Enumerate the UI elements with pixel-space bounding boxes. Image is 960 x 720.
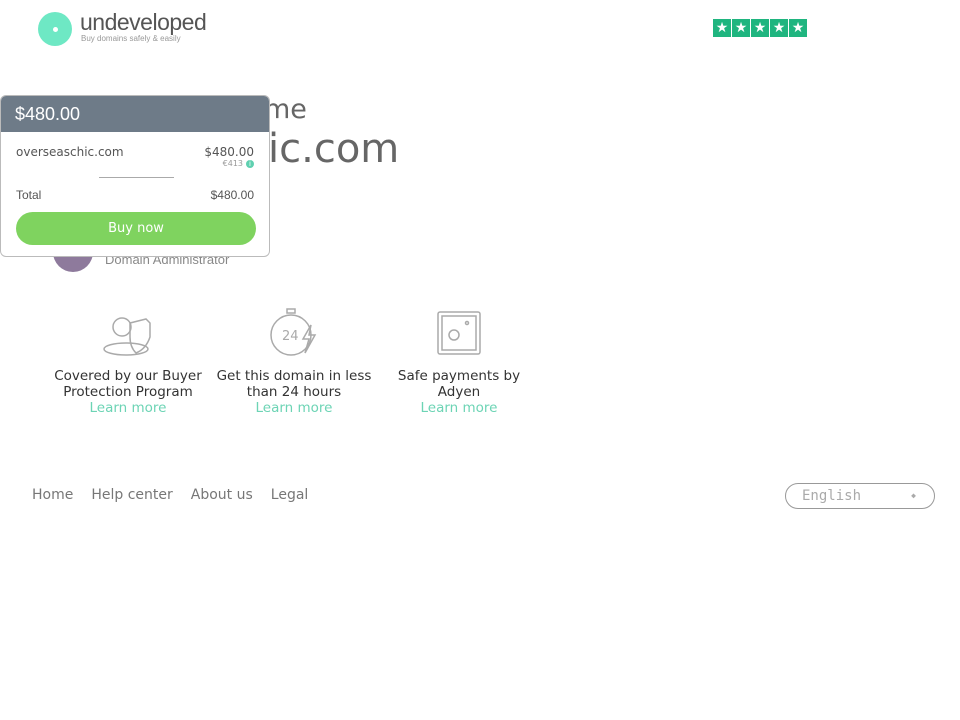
safe-icon xyxy=(379,305,539,360)
total-value: $480.00 xyxy=(210,188,254,202)
learn-more-link[interactable]: Learn more xyxy=(379,400,539,416)
buy-now-button[interactable]: Buy now xyxy=(16,212,256,245)
footer-nav: Home Help center About us Legal xyxy=(32,487,308,503)
logo-tagline: Buy domains safely & easily xyxy=(81,34,181,43)
footer-link-help-center[interactable]: Help center xyxy=(91,487,172,503)
feature-safe-payments: Safe payments by Adyen Learn more xyxy=(379,305,539,416)
footer-link-about-us[interactable]: About us xyxy=(191,487,253,503)
star-icon: ★ xyxy=(732,19,750,37)
feature-text: Safe payments by Adyen xyxy=(397,368,521,400)
language-select[interactable]: English ◆ xyxy=(785,483,935,509)
logo-dot xyxy=(53,27,58,32)
learn-more-link[interactable]: Learn more xyxy=(214,400,374,416)
chevron-down-icon: ◆ xyxy=(911,491,916,500)
popup-price: $480.00 xyxy=(204,145,254,159)
feature-24-hours: 24 Get this domain in less than 24 hours… xyxy=(214,305,374,416)
star-icon: ★ xyxy=(751,19,769,37)
trustpilot-rating[interactable]: ★ ★ ★ ★ ★ xyxy=(713,19,807,37)
feature-text: Covered by our Buyer Protection Program xyxy=(54,368,202,400)
logo-text[interactable]: undeveloped xyxy=(80,9,207,36)
popup-price-eur: €413 xyxy=(222,159,243,168)
price-popup: $480.00 overseaschic.com $480.00 €413 i … xyxy=(0,95,270,257)
star-icon: ★ xyxy=(770,19,788,37)
shield-person-icon xyxy=(48,305,208,360)
popup-domain: overseaschic.com xyxy=(16,145,124,159)
footer-link-home[interactable]: Home xyxy=(32,487,73,503)
svg-text:24: 24 xyxy=(282,329,299,344)
feature-text: Get this domain in less than 24 hours xyxy=(216,368,372,400)
star-icon: ★ xyxy=(713,19,731,37)
learn-more-link[interactable]: Learn more xyxy=(48,400,208,416)
star-icon: ★ xyxy=(789,19,807,37)
total-label: Total xyxy=(16,188,42,202)
info-icon[interactable]: i xyxy=(246,160,254,168)
popup-header-price: $480.00 xyxy=(1,96,269,132)
page-title: me xyxy=(264,94,307,125)
footer-link-legal[interactable]: Legal xyxy=(271,487,309,503)
stopwatch-24-icon: 24 xyxy=(214,305,374,360)
domain-title: ic.com xyxy=(268,126,400,172)
logo-icon[interactable] xyxy=(38,12,72,46)
feature-buyer-protection: Covered by our Buyer Protection Program … xyxy=(48,305,208,416)
language-value: English xyxy=(802,488,862,504)
divider xyxy=(99,177,174,178)
